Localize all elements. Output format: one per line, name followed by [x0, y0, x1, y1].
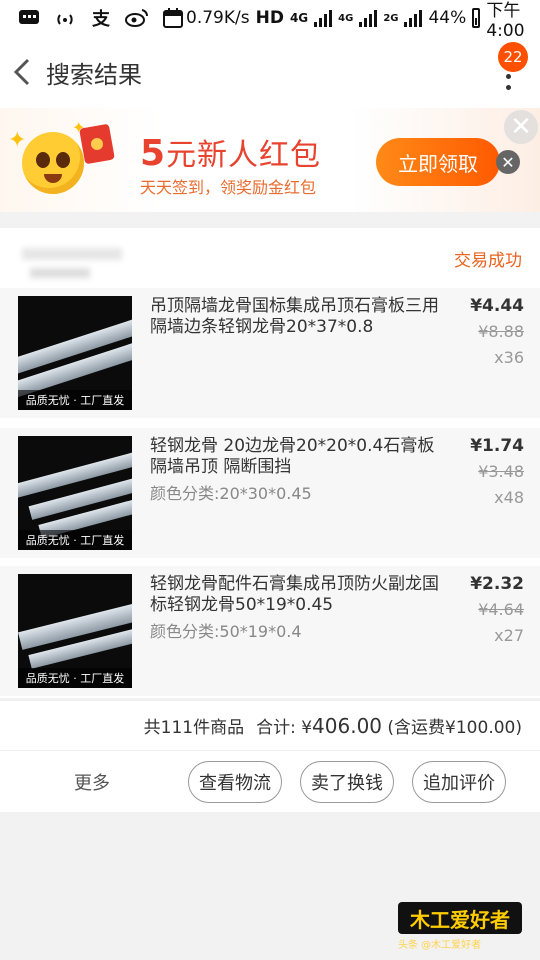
- battery-icon: [472, 8, 481, 28]
- order-item[interactable]: 品质无忧 · 工厂直发 吊顶隔墙龙骨国标集成吊顶石膏板三用隔墙边条轻钢龙骨20*…: [0, 288, 540, 418]
- item-original-price: ¥3.48: [478, 462, 524, 481]
- product-thumbnail: 品质无忧 · 工厂直发: [18, 574, 132, 688]
- item-title: 吊顶隔墙龙骨国标集成吊顶石膏板三用隔墙边条轻钢龙骨20*37*0.8: [150, 296, 439, 337]
- smiley-icon: [22, 132, 84, 194]
- signal-icon-2: [359, 9, 378, 27]
- item-count: 共111件商品: [143, 718, 245, 738]
- watermark-logo: 木工爱好者: [398, 902, 522, 934]
- order-actions: 更多 查看物流 卖了换钱 追加评价: [0, 750, 540, 812]
- item-price: ¥2.32: [470, 574, 524, 594]
- product-thumbnail: 品质无忧 · 工厂直发: [18, 436, 132, 550]
- notification-badge: 22: [498, 42, 528, 72]
- item-quantity: x48: [494, 488, 524, 507]
- order-item[interactable]: 品质无忧 · 工厂直发 轻钢龙骨配件石膏集成吊顶防火副龙国标轻钢龙骨50*19*…: [0, 566, 540, 696]
- thumbnail-caption: 品质无忧 · 工厂直发: [18, 668, 132, 688]
- view-logistics-button[interactable]: 查看物流: [188, 760, 282, 803]
- more-actions-link[interactable]: 更多: [74, 769, 188, 795]
- promo-banner[interactable]: ✦ ✦ 5元新人红包 天天签到，领奖励金红包 立即领取: [0, 108, 540, 212]
- page-title: 搜索结果: [46, 60, 142, 89]
- weibo-icon: [124, 7, 150, 29]
- item-quantity: x27: [494, 626, 524, 645]
- status-bar: 支 0.79K/s HD 4G 4G 2G 44% 下午4:00: [0, 0, 540, 41]
- order-summary: 共111件商品 合计: ¥406.00 (含运费¥100.00): [0, 700, 540, 750]
- item-price: ¥1.74: [470, 436, 524, 456]
- close-icon[interactable]: ✕: [504, 110, 538, 144]
- shop-name-redacted: [30, 268, 90, 278]
- network-speed: 0.79K/s: [186, 8, 250, 28]
- network-type-2: 4G: [338, 12, 354, 24]
- thumbnail-caption: 品质无忧 · 工厂直发: [18, 390, 132, 410]
- total-price: 合计: ¥406.00 (含运费¥100.00): [256, 714, 522, 738]
- back-arrow-icon[interactable]: [2, 52, 42, 92]
- banner-title: 5元新人红包: [140, 133, 322, 174]
- order-status: 交易成功: [454, 251, 522, 271]
- signal-icon-3: [404, 9, 423, 27]
- wifi-hotspot-icon: [52, 7, 78, 29]
- banner-subtitle: 天天签到，领奖励金红包: [140, 178, 317, 197]
- status-icons-right: 0.79K/s HD 4G 4G 2G 44% 下午4:00: [186, 0, 540, 41]
- item-original-price: ¥8.88: [478, 322, 524, 341]
- item-sku: 颜色分类:20*30*0.45: [150, 484, 312, 503]
- order-card: 交易成功 品质无忧 · 工厂直发 吊顶隔墙龙骨国标集成吊顶石膏板三用隔墙边条轻钢…: [0, 228, 540, 698]
- clock: 下午4:00: [486, 0, 525, 41]
- item-sku: 颜色分类:50*19*0.4: [150, 622, 302, 641]
- item-original-price: ¥4.64: [478, 600, 524, 619]
- product-thumbnail: 品质无忧 · 工厂直发: [18, 296, 132, 410]
- battery-percent: 44%: [428, 8, 467, 28]
- shop-name-redacted[interactable]: [22, 248, 122, 260]
- calendar-icon: [160, 7, 186, 29]
- network-type-3: 2G: [383, 12, 399, 24]
- item-price: ¥4.44: [470, 296, 524, 316]
- item-title: 轻钢龙骨配件石膏集成吊顶防火副龙国标轻钢龙骨50*19*0.45: [150, 574, 439, 615]
- hd-indicator: HD: [255, 8, 284, 28]
- add-review-button[interactable]: 追加评价: [412, 760, 506, 803]
- resell-button[interactable]: 卖了换钱: [300, 760, 394, 803]
- nav-bar: 搜索结果 22: [0, 36, 540, 108]
- red-packet-icon: [79, 123, 115, 165]
- message-icon: [16, 7, 42, 29]
- close-icon[interactable]: ✕: [496, 150, 520, 174]
- claim-now-button[interactable]: 立即领取: [376, 138, 500, 186]
- alipay-icon: 支: [92, 9, 110, 30]
- watermark-caption: 头条 @木工爱好者: [398, 940, 482, 951]
- thumbnail-caption: 品质无忧 · 工厂直发: [18, 530, 132, 550]
- order-item[interactable]: 品质无忧 · 工厂直发 轻钢龙骨 20边龙骨20*20*0.4石膏板隔墙吊顶 隔…: [0, 428, 540, 558]
- item-quantity: x36: [494, 348, 524, 367]
- signal-icon: [314, 9, 333, 27]
- network-type-1: 4G: [289, 11, 309, 25]
- sparkle-icon: ✦: [8, 128, 27, 153]
- status-icons-left: 支: [0, 7, 186, 30]
- item-title: 轻钢龙骨 20边龙骨20*20*0.4石膏板隔墙吊顶 隔断围挡: [150, 436, 435, 477]
- watermark: 木工爱好者 头条 @木工爱好者: [398, 902, 522, 951]
